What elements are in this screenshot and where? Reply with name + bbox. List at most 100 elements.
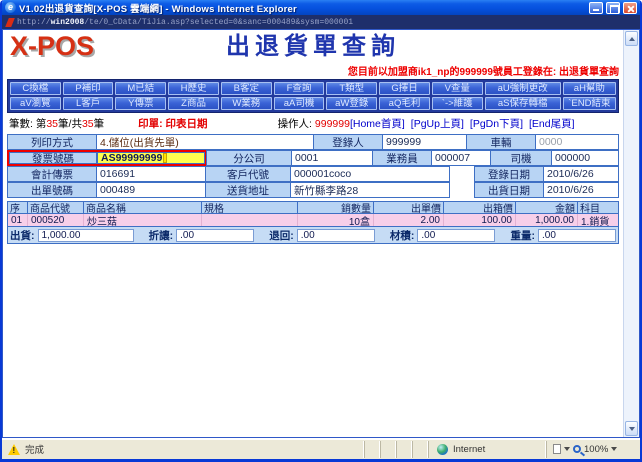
button-query[interactable]: F查詢 xyxy=(274,82,325,95)
address-bar[interactable]: http://win2008/te/0_CData/TiJia.asp?sele… xyxy=(2,15,640,29)
button-pick-date[interactable]: G擇日 xyxy=(379,82,430,95)
button-save-transfer[interactable]: aS保存轉檔 xyxy=(485,97,561,110)
registrant-field[interactable]: 999999 xyxy=(382,134,467,150)
button-maintain[interactable]: `->維護 xyxy=(432,97,483,110)
button-customer[interactable]: L客戶 xyxy=(63,97,114,110)
voucher-label: 會計傳票 xyxy=(7,166,97,182)
total-weight: 重量: .00 xyxy=(495,228,616,243)
vehicle-field[interactable]: 0000 xyxy=(535,134,619,150)
link-pgdn[interactable]: [PgDn下頁] xyxy=(470,116,523,131)
registrant-label: 登錄人 xyxy=(313,134,383,150)
item-row[interactable]: 01 000520 炒三菇 10盒 2.00 100.00 1,000.00 1… xyxy=(7,214,619,227)
link-end[interactable]: [End尾頁] xyxy=(529,116,575,131)
ship-date-field[interactable]: 2010/6/26 xyxy=(543,182,619,198)
print-mode-field[interactable]: 4.儲位(出貨先單) xyxy=(96,134,314,150)
scroll-up-button[interactable] xyxy=(625,31,638,46)
close-button[interactable] xyxy=(623,2,637,14)
pager-links: [Home首頁] [PgUp上頁] [PgDn下頁] [End尾頁] xyxy=(350,116,575,131)
status-pane-empty xyxy=(380,441,396,458)
chevron-down-icon[interactable] xyxy=(564,447,570,451)
link-home[interactable]: [Home首頁] xyxy=(350,116,405,131)
button-help[interactable]: aH幫助 xyxy=(563,82,616,95)
branch-field[interactable]: 0001 xyxy=(291,150,373,166)
salesman-label: 業務員 xyxy=(372,150,432,166)
arrow-down-icon xyxy=(629,427,635,431)
cell-product-code: 000520 xyxy=(28,214,84,226)
vertical-scrollbar[interactable] xyxy=(623,30,639,437)
magnifier-icon xyxy=(573,445,581,453)
invoice-field[interactable]: AS99999999 xyxy=(97,152,205,164)
status-pane-zone: Internet xyxy=(428,441,546,458)
voucher-field[interactable]: 016691 xyxy=(96,166,206,182)
button-register[interactable]: aW登錄 xyxy=(326,97,377,110)
cell-box-price: 100.00 xyxy=(444,214,516,226)
total-shipment-value[interactable]: 1,000.00 xyxy=(38,229,134,242)
cell-account: 1.銷貨 xyxy=(578,214,618,226)
page-header: X-POS 出退貨單查詢 您目前以加盟商ik1_np的999999號員工登錄在:… xyxy=(7,32,619,78)
status-pane-empty xyxy=(412,441,428,458)
button-history[interactable]: H歷史 xyxy=(168,82,219,95)
button-check-qty[interactable]: V查量 xyxy=(432,82,483,95)
form-row-print-mode: 列印方式 4.儲位(出貨先單) 登錄人 999999 車輛 0000 xyxy=(7,134,619,150)
driver-field[interactable]: 000000 xyxy=(551,150,619,166)
branch-label: 分公司 xyxy=(206,150,292,166)
button-profit[interactable]: aQ毛利 xyxy=(379,97,430,110)
total-volume-label: 材積: xyxy=(390,228,415,243)
order-form: 列印方式 4.儲位(出貨先單) 登錄人 999999 車輛 0000 發票號碼 … xyxy=(7,134,619,198)
status-pane-main: 完成 xyxy=(4,442,364,456)
button-voucher[interactable]: Y傳票 xyxy=(115,97,166,110)
button-force-edit[interactable]: aU強制更改 xyxy=(485,82,561,95)
status-text: 完成 xyxy=(25,442,44,456)
maximize-button[interactable] xyxy=(606,2,620,14)
total-return-value[interactable]: .00 xyxy=(297,229,375,242)
col-unit-price: 出單價 xyxy=(374,202,444,213)
total-volume-value[interactable]: .00 xyxy=(417,229,495,242)
print-hint: 印單: 印表日期 xyxy=(138,116,207,131)
button-sales[interactable]: W業務 xyxy=(221,97,272,110)
zoom-level[interactable]: 100% xyxy=(584,444,608,455)
cell-amount: 1,000.00 xyxy=(516,214,578,226)
record-total: 35 xyxy=(82,118,94,130)
scroll-down-button[interactable] xyxy=(625,421,638,436)
total-weight-value[interactable]: .00 xyxy=(538,229,616,242)
button-end[interactable]: `END結束 xyxy=(563,97,616,110)
content-frame: X-POS 出退貨單查詢 您目前以加盟商ik1_np的999999號員工登錄在:… xyxy=(2,29,640,438)
form-row-voucher: 會計傳票 016691 客戶代號 000001coco 登錄日期 2010/6/… xyxy=(7,166,619,182)
cell-spec xyxy=(202,214,298,226)
salesman-field[interactable]: 000007 xyxy=(431,150,491,166)
order-no-field[interactable]: 000489 xyxy=(96,182,206,198)
minimize-button[interactable] xyxy=(589,2,603,14)
window-title: V1.02出退貨查詢[X-POS 雲端網] - Windows Internet… xyxy=(19,1,586,15)
cell-sale-qty: 10盒 xyxy=(298,214,374,226)
button-driver[interactable]: aA司機 xyxy=(274,97,325,110)
info-bar: 筆數: 第35筆/共35筆 印單: 印表日期 操作人: 999999 [Home… xyxy=(7,113,619,132)
browser-window: V1.02出退貨查詢[X-POS 雲端網] - Windows Internet… xyxy=(0,0,642,462)
button-closed[interactable]: M已結 xyxy=(115,82,166,95)
items-table: 序 商品代號 商品名稱 規格 銷數量 出單價 出箱價 金額 科目 01 0005… xyxy=(7,201,619,244)
driver-label: 司機 xyxy=(490,150,552,166)
button-browse[interactable]: aV瀏覽 xyxy=(10,97,61,110)
button-type[interactable]: T類型 xyxy=(326,82,377,95)
button-reprint[interactable]: P補印 xyxy=(63,82,114,95)
button-change-file[interactable]: C換檔 xyxy=(10,82,61,95)
col-seq: 序 xyxy=(8,202,28,213)
page-mode-icon xyxy=(553,444,561,454)
col-spec: 規格 xyxy=(202,202,298,213)
spacer xyxy=(449,166,475,182)
spacer xyxy=(449,182,475,198)
total-discount-label: 折讓: xyxy=(149,228,174,243)
page: X-POS 出退貨單查詢 您目前以加盟商ik1_np的999999號員工登錄在:… xyxy=(3,30,623,437)
register-date-field[interactable]: 2010/6/26 xyxy=(543,166,619,182)
url-host: win2008 xyxy=(51,18,85,27)
button-product[interactable]: Z商品 xyxy=(168,97,219,110)
page-title: 出退貨單查詢 xyxy=(97,33,529,59)
chevron-down-icon[interactable] xyxy=(611,447,617,451)
ship-date-label: 出貨日期 xyxy=(474,182,544,198)
customer-code-field[interactable]: 000001coco xyxy=(290,166,450,182)
address-flash-icon xyxy=(5,18,15,27)
toolbar: C換檔 P補印 M已結 H歷史 B客定 F查詢 T類型 G擇日 V查量 aU強制… xyxy=(7,79,619,113)
button-customer-order[interactable]: B客定 xyxy=(221,82,272,95)
total-discount-value[interactable]: .00 xyxy=(176,229,254,242)
link-pgup[interactable]: [PgUp上頁] xyxy=(411,116,464,131)
delivery-address-field[interactable]: 新竹縣李路28 xyxy=(290,182,450,198)
